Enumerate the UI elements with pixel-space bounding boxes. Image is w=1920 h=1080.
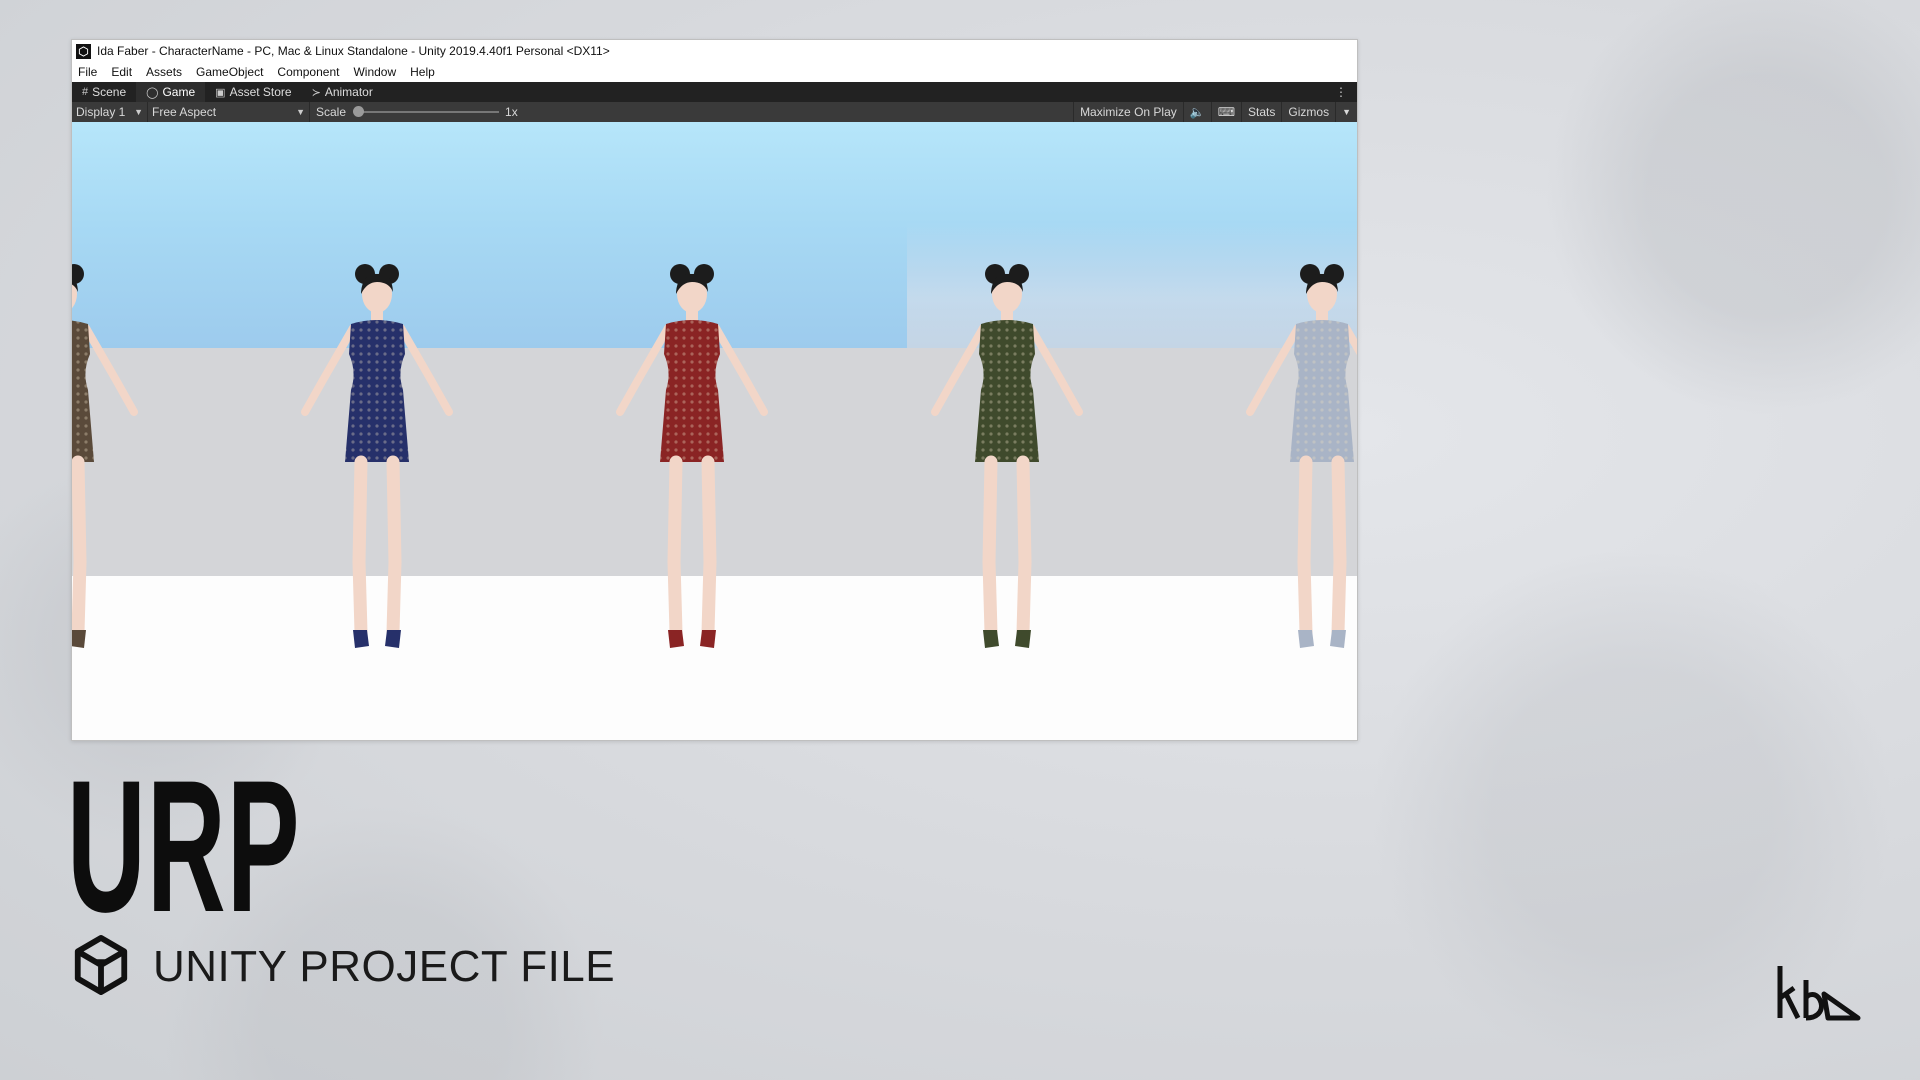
mute-audio-icon[interactable]: 🔈 — [1182, 102, 1211, 122]
scale-slider-knob[interactable] — [353, 106, 365, 117]
grid-icon: # — [82, 86, 89, 98]
gamepad-icon: ◯ — [146, 86, 159, 99]
aspect-dropdown[interactable]: Free Aspect ▼ — [148, 102, 310, 122]
game-viewport[interactable] — [72, 122, 1357, 740]
game-view-toolbar: Display 1 ▼ Free Aspect ▼ Scale 1x Maxim… — [72, 102, 1357, 122]
stats-toggle[interactable]: Stats — [1241, 102, 1281, 122]
unity-logo-icon — [74, 934, 128, 996]
animator-icon: ≻ — [311, 86, 321, 99]
scale-control: Scale 1x — [310, 105, 518, 119]
tab-animator-label: Animator — [324, 85, 373, 99]
unity-app-icon — [76, 43, 91, 59]
caption-title: URP — [67, 741, 301, 951]
more-options-icon[interactable]: ⋮ — [1335, 85, 1347, 99]
menu-file[interactable]: File — [78, 65, 97, 79]
title-bar: Ida Faber - CharacterName - PC, Mac & Li… — [72, 40, 1357, 62]
character-model — [1246, 264, 1357, 648]
scale-label: Scale — [316, 105, 347, 119]
maximize-on-play-toggle[interactable]: Maximize On Play — [1073, 102, 1183, 122]
menu-assets[interactable]: Assets — [146, 65, 182, 79]
aspect-dropdown-label: Free Aspect — [152, 105, 217, 119]
tab-asset-store-label: Asset Store — [229, 85, 292, 99]
menu-window[interactable]: Window — [353, 65, 396, 79]
gizmos-dropdown-icon[interactable]: ▼ — [1335, 102, 1357, 122]
bag-icon: ▣ — [215, 86, 226, 99]
character-model — [616, 264, 768, 648]
menu-gameobject[interactable]: GameObject — [196, 65, 263, 79]
window-title: Ida Faber - CharacterName - PC, Mac & Li… — [97, 44, 610, 58]
chevron-down-icon: ▼ — [134, 107, 143, 117]
scale-slider[interactable] — [353, 106, 500, 117]
tab-game-label: Game — [162, 85, 196, 99]
tab-game[interactable]: ◯ Game — [136, 82, 206, 102]
tab-scene-label: Scene — [92, 85, 127, 99]
menu-component[interactable]: Component — [277, 65, 339, 79]
keyboard-icon[interactable]: ⌨ — [1210, 102, 1241, 122]
menu-bar: File Edit Assets GameObject Component Wi… — [72, 62, 1357, 82]
gizmos-toggle[interactable]: Gizmos — [1281, 102, 1335, 122]
tab-animator[interactable]: ≻ Animator — [302, 82, 383, 102]
tab-scene[interactable]: # Scene — [72, 82, 136, 102]
view-tab-bar: # Scene ◯ Game ▣ Asset Store ≻ Animator … — [72, 82, 1357, 102]
unity-editor-window: Ida Faber - CharacterName - PC, Mac & Li… — [71, 39, 1358, 741]
character-model — [931, 264, 1083, 648]
brand-logo-icon — [1777, 966, 1861, 1021]
character-model — [72, 264, 138, 648]
scale-value: 1x — [505, 105, 518, 119]
menu-edit[interactable]: Edit — [111, 65, 132, 79]
menu-help[interactable]: Help — [410, 65, 435, 79]
display-dropdown[interactable]: Display 1 ▼ — [72, 102, 148, 122]
character-model — [301, 264, 453, 648]
display-dropdown-label: Display 1 — [76, 105, 126, 119]
tab-asset-store[interactable]: ▣ Asset Store — [205, 82, 301, 102]
right-toolbar-group: Maximize On Play 🔈 ⌨ Stats Gizmos ▼ — [1073, 102, 1357, 122]
chevron-down-icon: ▼ — [296, 107, 305, 117]
caption-subtitle: UNITY PROJECT FILE — [153, 942, 616, 991]
